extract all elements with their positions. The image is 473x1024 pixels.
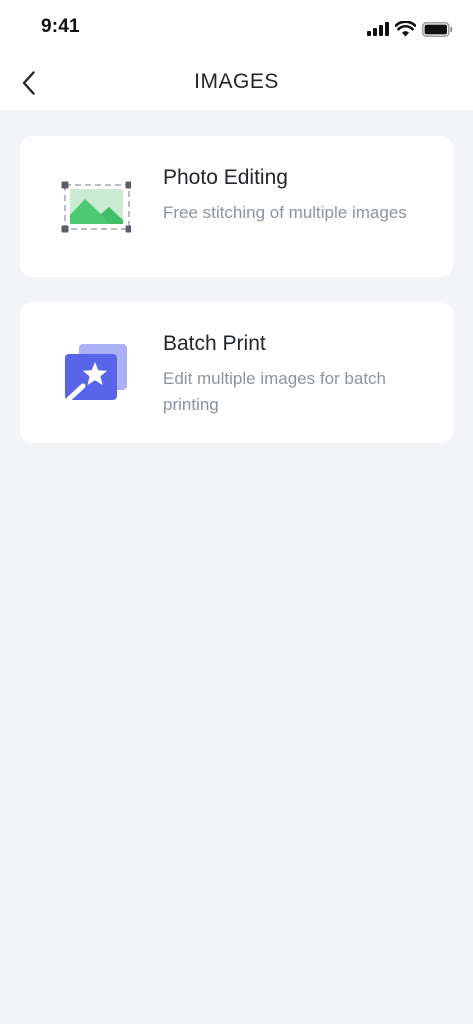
top-bar: 9:41 IMAGES xyxy=(0,0,473,110)
photo-editing-description: Free stitching of multiple images xyxy=(163,203,407,222)
batch-print-card[interactable]: Batch Print Edit multiple images for bat… xyxy=(20,302,453,443)
batch-print-description: Edit multiple images for batch printing xyxy=(163,369,386,414)
signal-icon xyxy=(367,22,389,36)
wifi-icon xyxy=(395,21,416,37)
batch-images-icon xyxy=(59,340,131,404)
photo-editing-card[interactable]: Photo Editing Free stitching of multiple… xyxy=(20,136,453,277)
batch-print-title: Batch Print xyxy=(163,332,266,355)
battery-icon xyxy=(422,21,453,37)
status-time: 9:41 xyxy=(41,16,80,37)
photo-editing-title: Photo Editing xyxy=(163,166,288,189)
page-title: IMAGES xyxy=(194,70,279,93)
status-icons xyxy=(367,19,453,39)
photo-crop-icon xyxy=(59,174,133,238)
